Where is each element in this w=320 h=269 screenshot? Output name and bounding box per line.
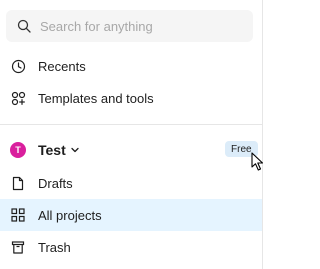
section-divider [0, 124, 262, 125]
trash-icon [10, 239, 26, 255]
team-item-all-projects[interactable]: All projects [0, 199, 262, 231]
chevron-down-icon [70, 145, 80, 155]
team-avatar: T [10, 142, 26, 158]
team-item-label: Drafts [38, 175, 73, 191]
team-item-label: Trash [38, 239, 71, 255]
search-input[interactable] [40, 10, 240, 42]
clock-icon [10, 58, 26, 74]
grid-icon [10, 207, 26, 223]
file-icon [10, 175, 26, 191]
search-icon [16, 18, 32, 34]
team-switcher[interactable]: T Test [0, 134, 262, 166]
team-item-trash[interactable]: Trash [0, 231, 262, 263]
search-box[interactable] [6, 10, 253, 42]
team-item-drafts[interactable]: Drafts [0, 167, 262, 199]
panel-divider [262, 0, 263, 269]
nav-item-templates-and-tools[interactable]: Templates and tools [0, 82, 262, 114]
team-name: Test [38, 142, 66, 158]
nav-item-label: Templates and tools [38, 90, 154, 106]
team-item-label: All projects [38, 207, 102, 223]
mouse-pointer-icon [251, 152, 264, 171]
nav-item-recents[interactable]: Recents [0, 50, 262, 82]
nav-item-label: Recents [38, 58, 86, 74]
templates-icon [10, 90, 26, 106]
